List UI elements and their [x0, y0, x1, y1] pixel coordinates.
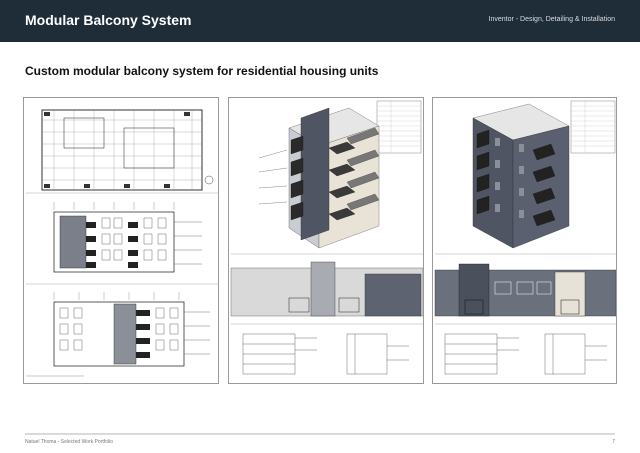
page-header: Modular Balcony System Inventor - Design… [0, 0, 640, 42]
isometric-and-detail-sheet-b [432, 97, 617, 384]
drawing-sheet-3 [434, 100, 616, 375]
page-subtitle: Inventor - Design, Detailing & Installat… [488, 16, 615, 23]
floor-plan-and-elevations-sheet [23, 97, 219, 384]
page-title: Modular Balcony System [25, 12, 192, 28]
drawing-sheet-1 [26, 109, 218, 377]
footer-credit: Natuel Thoma - Selected Work Portfolio [25, 439, 113, 445]
isometric-and-detail-sheet-a [228, 97, 424, 384]
footer-divider [25, 433, 615, 435]
drawing-sheet-2 [230, 100, 423, 375]
page-number: 7 [612, 439, 615, 445]
section-heading: Custom modular balcony system for reside… [25, 64, 379, 78]
